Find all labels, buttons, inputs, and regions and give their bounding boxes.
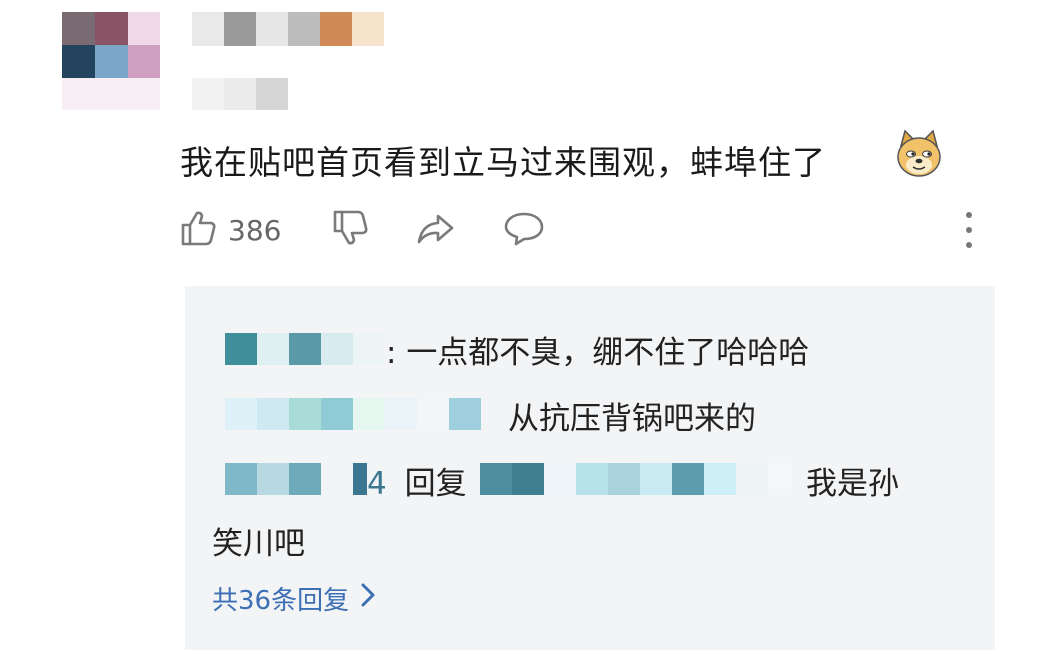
dislike-button[interactable]	[330, 207, 370, 253]
share-button[interactable]	[414, 207, 456, 253]
reply-1: : 一点都不臭，绷不住了哈哈哈	[386, 327, 809, 372]
chevron-right-icon	[349, 582, 377, 615]
reply-text: 一点都不臭，绷不住了哈哈哈	[406, 335, 810, 371]
share-icon	[414, 208, 456, 252]
like-button[interactable]: 386	[178, 207, 281, 253]
comment-bubble-icon	[502, 208, 546, 252]
thumbs-down-icon	[330, 208, 370, 252]
username-blurred[interactable]	[192, 12, 387, 46]
reply-3-head: 4 回复	[367, 458, 467, 503]
more-replies-label: 共36条回复	[212, 586, 350, 616]
reply-2: 从抗压背锅吧来的	[508, 401, 756, 437]
reply-button[interactable]	[502, 207, 546, 253]
reply-3-text: 我是孙	[806, 466, 899, 502]
doge-emoji-icon	[893, 128, 945, 180]
meta-info-blurred	[192, 78, 288, 110]
avatar[interactable]	[62, 12, 160, 110]
reply-separator: :	[386, 335, 397, 371]
thumbs-up-icon	[178, 208, 218, 252]
more-vertical-icon[interactable]	[952, 210, 986, 250]
comment-text: 我在贴吧首页看到立马过来围观，蚌埠住了	[180, 143, 826, 182]
reply-word: 回复	[404, 466, 467, 502]
reply-3-text-cont: 笑川吧	[212, 526, 305, 562]
more-replies-link[interactable]: 共36条回复	[212, 580, 377, 617]
like-count: 386	[228, 213, 282, 247]
reply-fragment: 4	[367, 466, 387, 502]
